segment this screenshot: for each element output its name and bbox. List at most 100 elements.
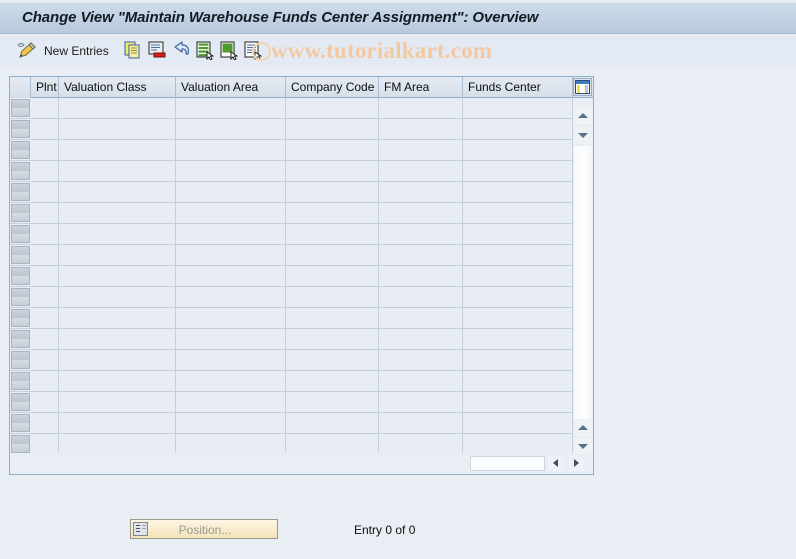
- table-row[interactable]: [10, 392, 593, 413]
- table-cell-valclass[interactable]: [59, 182, 176, 202]
- table-cell-fundsctr[interactable]: [463, 140, 573, 160]
- pencil-display-change-icon[interactable]: [16, 41, 38, 62]
- table-cell-fundsctr[interactable]: [463, 161, 573, 181]
- table-cell-fmarea[interactable]: [379, 308, 463, 328]
- table-cell-fmarea[interactable]: [379, 224, 463, 244]
- table-cell-valclass[interactable]: [59, 140, 176, 160]
- table-row[interactable]: [10, 119, 593, 140]
- row-selector[interactable]: [11, 120, 30, 138]
- table-cell-valclass[interactable]: [59, 371, 176, 391]
- table-cell-compcode[interactable]: [286, 329, 379, 349]
- table-cell-fundsctr[interactable]: [463, 266, 573, 286]
- deselect-all-icon[interactable]: [220, 41, 239, 62]
- table-cell-plnt[interactable]: [31, 350, 59, 370]
- table-cell-fmarea[interactable]: [379, 392, 463, 412]
- horizontal-scroll-track[interactable]: [470, 456, 545, 471]
- table-cell-fmarea[interactable]: [379, 287, 463, 307]
- table-cell-fmarea[interactable]: [379, 119, 463, 139]
- table-cell-compcode[interactable]: [286, 119, 379, 139]
- table-cell-valclass[interactable]: [59, 203, 176, 223]
- table-cell-fmarea[interactable]: [379, 434, 463, 453]
- row-selector[interactable]: [11, 393, 30, 411]
- table-cell-valarea[interactable]: [176, 224, 286, 244]
- column-header-plnt[interactable]: Plnt: [31, 77, 59, 98]
- table-cell-valarea[interactable]: [176, 119, 286, 139]
- row-selector[interactable]: [11, 288, 30, 306]
- row-selector[interactable]: [11, 435, 30, 453]
- delete-icon[interactable]: [148, 41, 166, 62]
- row-selector[interactable]: [11, 204, 30, 222]
- table-cell-compcode[interactable]: [286, 182, 379, 202]
- table-cell-fundsctr[interactable]: [463, 434, 573, 453]
- table-cell-fundsctr[interactable]: [463, 119, 573, 139]
- table-cell-plnt[interactable]: [31, 434, 59, 453]
- table-row[interactable]: [10, 224, 593, 245]
- column-header-sel[interactable]: [10, 77, 31, 98]
- table-row[interactable]: [10, 434, 593, 453]
- table-cell-valarea[interactable]: [176, 161, 286, 181]
- position-button[interactable]: Position...: [130, 519, 278, 539]
- table-cell-fundsctr[interactable]: [463, 245, 573, 265]
- select-all-icon[interactable]: [196, 41, 215, 62]
- table-cell-valclass[interactable]: [59, 224, 176, 244]
- table-cell-fundsctr[interactable]: [463, 224, 573, 244]
- column-header-valarea[interactable]: Valuation Area: [176, 77, 286, 98]
- column-header-fmarea[interactable]: FM Area: [379, 77, 463, 98]
- table-cell-valarea[interactable]: [176, 182, 286, 202]
- table-cell-plnt[interactable]: [31, 392, 59, 412]
- table-cell-plnt[interactable]: [31, 308, 59, 328]
- table-cell-fundsctr[interactable]: [463, 350, 573, 370]
- vertical-scroll-track[interactable]: [574, 146, 592, 419]
- row-selector[interactable]: [11, 309, 30, 327]
- table-cell-valclass[interactable]: [59, 161, 176, 181]
- table-cell-valarea[interactable]: [176, 287, 286, 307]
- table-cell-fmarea[interactable]: [379, 413, 463, 433]
- row-selector[interactable]: [11, 225, 30, 243]
- scroll-down-icon[interactable]: [574, 127, 592, 144]
- table-cell-compcode[interactable]: [286, 98, 379, 118]
- column-header-fundsctr[interactable]: Funds Center: [463, 77, 573, 98]
- copy-icon[interactable]: [124, 41, 142, 62]
- vertical-scrollbar[interactable]: [572, 98, 593, 455]
- table-row[interactable]: [10, 98, 593, 119]
- new-entries-button[interactable]: New Entries: [44, 44, 109, 58]
- row-selector[interactable]: [11, 351, 30, 369]
- table-cell-valclass[interactable]: [59, 287, 176, 307]
- table-cell-valclass[interactable]: [59, 392, 176, 412]
- table-row[interactable]: [10, 266, 593, 287]
- column-header-valclass[interactable]: Valuation Class: [59, 77, 176, 98]
- scroll-page-up-icon[interactable]: [574, 419, 592, 436]
- table-row[interactable]: [10, 182, 593, 203]
- table-cell-valclass[interactable]: [59, 350, 176, 370]
- table-cell-valarea[interactable]: [176, 392, 286, 412]
- table-cell-fundsctr[interactable]: [463, 308, 573, 328]
- table-cell-fmarea[interactable]: [379, 161, 463, 181]
- table-cell-fmarea[interactable]: [379, 140, 463, 160]
- row-selector[interactable]: [11, 99, 30, 117]
- table-cell-valarea[interactable]: [176, 434, 286, 453]
- table-cell-fmarea[interactable]: [379, 350, 463, 370]
- table-cell-fundsctr[interactable]: [463, 203, 573, 223]
- table-cell-valclass[interactable]: [59, 329, 176, 349]
- row-selector[interactable]: [11, 267, 30, 285]
- row-selector[interactable]: [11, 330, 30, 348]
- row-selector[interactable]: [11, 246, 30, 264]
- undo-icon[interactable]: [172, 41, 192, 62]
- table-cell-fundsctr[interactable]: [463, 329, 573, 349]
- table-cell-fmarea[interactable]: [379, 329, 463, 349]
- scroll-page-down-icon[interactable]: [574, 438, 592, 455]
- table-cell-plnt[interactable]: [31, 140, 59, 160]
- table-cell-compcode[interactable]: [286, 350, 379, 370]
- table-cell-plnt[interactable]: [31, 266, 59, 286]
- table-cell-fmarea[interactable]: [379, 182, 463, 202]
- table-cell-plnt[interactable]: [31, 287, 59, 307]
- table-cell-compcode[interactable]: [286, 371, 379, 391]
- table-row[interactable]: [10, 329, 593, 350]
- table-cell-valclass[interactable]: [59, 245, 176, 265]
- table-row[interactable]: [10, 371, 593, 392]
- table-cell-valclass[interactable]: [59, 98, 176, 118]
- scroll-left-icon[interactable]: [548, 456, 564, 471]
- table-cell-compcode[interactable]: [286, 308, 379, 328]
- table-cell-valarea[interactable]: [176, 308, 286, 328]
- table-cell-plnt[interactable]: [31, 329, 59, 349]
